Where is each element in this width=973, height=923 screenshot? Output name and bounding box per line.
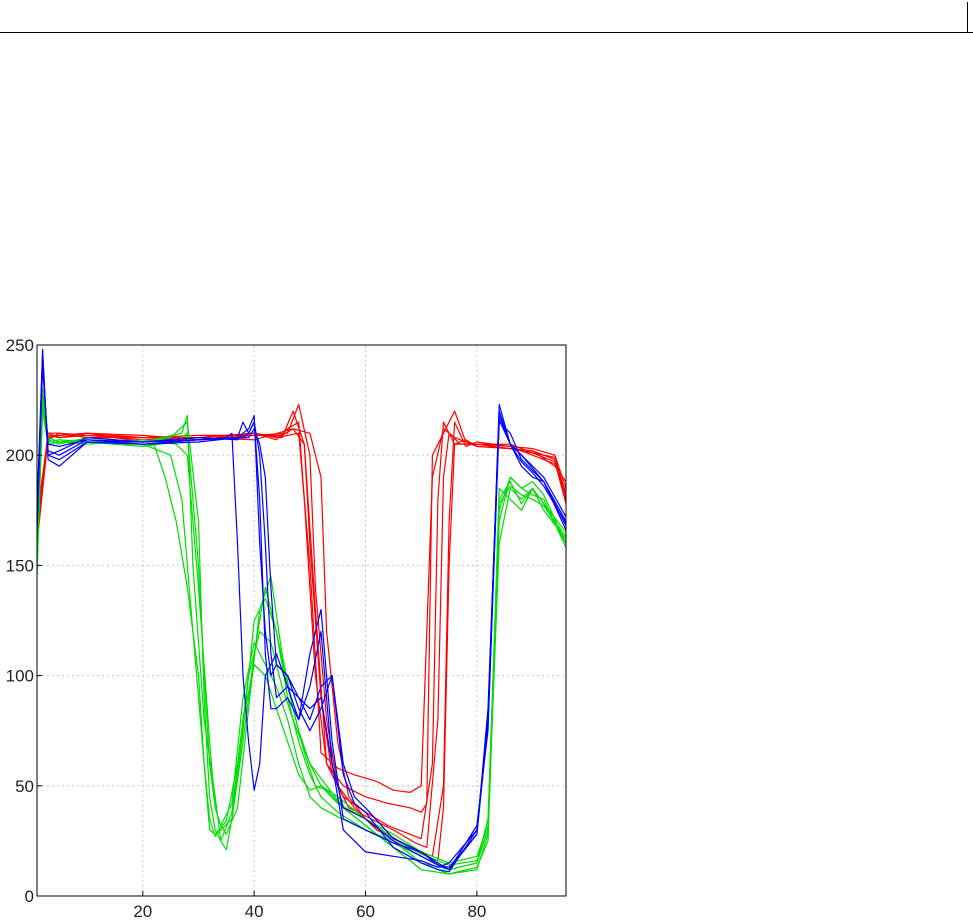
x-tick-label: 80 <box>467 902 486 921</box>
grid-layer <box>37 345 566 896</box>
y-tick-label: 150 <box>6 556 34 575</box>
x-tick-label: 40 <box>245 902 264 921</box>
axes-frame <box>36 344 567 897</box>
x-tick-label: 60 <box>356 902 375 921</box>
y-tick-label: 200 <box>6 446 34 465</box>
series-layer <box>37 348 566 875</box>
y-tick-label: 100 <box>6 667 34 686</box>
red-series-line-1 <box>37 421 566 840</box>
y-tick-label: 0 <box>25 887 34 906</box>
green-series-line-7 <box>37 410 566 871</box>
blue-series-line-13 <box>37 355 566 868</box>
blue-series-line-14 <box>37 348 566 871</box>
y-tick-label: 50 <box>15 777 34 796</box>
red-series-line-4 <box>37 428 566 862</box>
tick-layer: 20 40 60 80 0 50 100 150 200 250 <box>6 336 487 921</box>
x-tick-label: 20 <box>133 902 152 921</box>
green-series-line-10 <box>37 406 566 875</box>
y-tick-label: 250 <box>6 336 34 355</box>
line-chart: 20 40 60 80 0 50 100 150 200 250 <box>6 336 567 921</box>
red-series-line-2 <box>37 410 566 849</box>
